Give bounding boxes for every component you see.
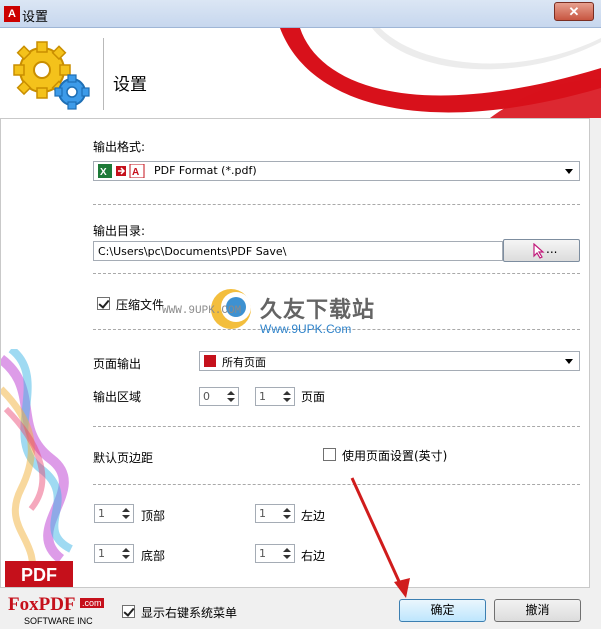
- range-unit-label: 页面: [301, 390, 326, 404]
- compress-checkbox[interactable]: [97, 297, 110, 310]
- spin-down-icon[interactable]: [227, 398, 235, 402]
- divider: [93, 204, 580, 205]
- spin-up-icon[interactable]: [283, 508, 291, 512]
- output-dir-label: 输出目录:: [93, 224, 146, 238]
- output-format-value: PDF Format (*.pdf): [154, 164, 257, 177]
- app-pdf-icon: A: [4, 6, 20, 22]
- margin-bottom-value: 1: [98, 547, 105, 560]
- watermark-url: Www.9UPK.Com: [260, 322, 352, 336]
- browse-label: ...: [546, 242, 558, 256]
- page-title: 设置: [113, 75, 147, 95]
- margin-right-spinner[interactable]: 1: [255, 544, 295, 563]
- logo-sub: SOFTWARE INC: [24, 616, 93, 626]
- page-output-label: 页面输出: [93, 357, 142, 371]
- spin-down-icon[interactable]: [122, 555, 130, 559]
- spin-up-icon[interactable]: [122, 548, 130, 552]
- watermark-title: 久友下载站: [260, 298, 376, 323]
- margins-label: 默认页边距: [93, 451, 154, 465]
- context-menu-label: 显示右键系统菜单: [141, 606, 238, 620]
- spin-up-icon[interactable]: [283, 548, 291, 552]
- header-divider: [103, 38, 104, 110]
- format-conversion-icon: X A: [98, 164, 145, 178]
- pdf-small-icon: [204, 355, 216, 367]
- browse-button[interactable]: ...: [503, 239, 580, 262]
- header-banner: 设置: [0, 28, 601, 118]
- output-format-select[interactable]: X A PDF Format (*.pdf): [93, 161, 580, 181]
- margin-left-spinner[interactable]: 1: [255, 504, 295, 523]
- settings-panel: PDF 输出格式: X A PDF Format (*.pdf) 输出目录: .…: [0, 118, 590, 588]
- page-output-select[interactable]: 所有页面: [199, 351, 580, 371]
- foxpdf-logo: FoxPDF .com SOFTWARE INC: [8, 594, 108, 628]
- margin-bottom-label: 底部: [141, 549, 166, 563]
- use-page-settings-label: 使用页面设置(英寸): [342, 449, 448, 463]
- output-range-label: 输出区域: [93, 390, 142, 404]
- spin-down-icon[interactable]: [122, 515, 130, 519]
- margin-left-label: 左边: [301, 509, 326, 523]
- range-from-spinner[interactable]: 0: [199, 387, 239, 406]
- ribbon-decoration: [1, 349, 73, 580]
- chevron-down-icon: [565, 359, 573, 364]
- spin-up-icon[interactable]: [122, 508, 130, 512]
- ok-button[interactable]: 确定: [399, 599, 486, 622]
- close-button[interactable]: ✕: [554, 2, 594, 21]
- margin-top-label: 顶部: [141, 509, 166, 523]
- logo-text: FoxPDF: [8, 594, 76, 615]
- pdf-badge: PDF: [5, 561, 73, 587]
- watermark-side-text: WWW.9UPK.COM: [162, 305, 242, 317]
- range-to-value: 1: [259, 390, 266, 403]
- divider: [93, 484, 580, 485]
- spin-down-icon[interactable]: [283, 515, 291, 519]
- chevron-down-icon: [565, 169, 573, 174]
- spin-down-icon[interactable]: [283, 555, 291, 559]
- range-to-spinner[interactable]: 1: [255, 387, 295, 406]
- svg-text:X: X: [100, 167, 107, 178]
- spin-up-icon[interactable]: [227, 391, 235, 395]
- red-swoosh-decoration: [280, 28, 601, 118]
- cancel-button[interactable]: 撤消: [494, 599, 581, 622]
- gears-icon: [13, 41, 90, 110]
- divider: [93, 273, 580, 274]
- margin-right-value: 1: [259, 547, 266, 560]
- logo-com: .com: [80, 598, 104, 608]
- margin-right-label: 右边: [301, 549, 326, 563]
- compress-label: 压缩文件: [116, 298, 165, 312]
- margin-left-value: 1: [259, 507, 266, 520]
- window-title: 设置: [22, 10, 49, 25]
- title-bar: A 设置 ✕: [0, 0, 601, 28]
- spin-down-icon[interactable]: [283, 398, 291, 402]
- range-from-value: 0: [203, 390, 210, 403]
- context-menu-checkbox[interactable]: [122, 605, 135, 618]
- margin-top-value: 1: [98, 507, 105, 520]
- margin-top-spinner[interactable]: 1: [94, 504, 134, 523]
- use-page-settings-checkbox[interactable]: [323, 448, 336, 461]
- svg-text:A: A: [132, 167, 139, 178]
- output-dir-input[interactable]: [93, 241, 503, 261]
- divider: [93, 426, 580, 427]
- page-output-value: 所有页面: [222, 356, 266, 369]
- output-format-label: 输出格式:: [93, 140, 146, 154]
- spin-up-icon[interactable]: [283, 391, 291, 395]
- margin-bottom-spinner[interactable]: 1: [94, 544, 134, 563]
